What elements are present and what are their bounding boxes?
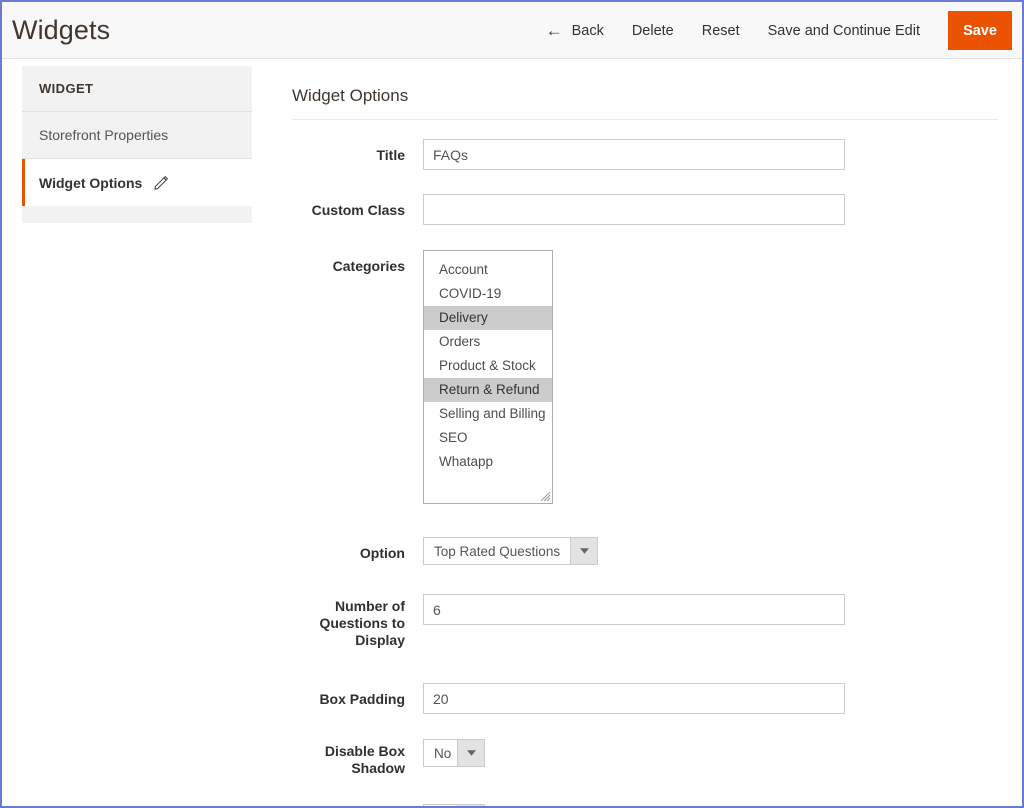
chevron-down-icon[interactable] [457, 740, 484, 766]
back-button-label: Back [571, 22, 604, 39]
categories-option[interactable]: Orders [424, 330, 552, 354]
categories-listbox[interactable]: Account COVID-19 Delivery Orders Product & S… [423, 250, 553, 504]
arrow-left-icon: ← [545, 21, 563, 40]
sidebar-item-label: Widget Options [39, 174, 143, 191]
box-padding-input[interactable] [423, 683, 845, 714]
categories-option[interactable]: Return & Refund [424, 378, 552, 402]
field-row-categories: Categories Account COVID-19 Delivery Orders… [292, 250, 998, 504]
save-and-continue-edit-label: Save and Continue Edit [767, 22, 920, 39]
field-row-number-of-questions: Number of Questions to Display [292, 594, 998, 649]
chevron-down-icon[interactable] [570, 538, 597, 564]
widget-options-form: Widget Options Title Custom Class Catego… [292, 86, 998, 806]
box-padding-label: Box Padding [319, 691, 405, 707]
disable-border-label: Disable Border [292, 804, 423, 806]
number-of-questions-input[interactable] [423, 594, 845, 625]
sidebar: WIDGET Storefront Properties Widget Opti… [22, 66, 252, 223]
page-title: Widgets [12, 15, 111, 45]
custom-class-label: Custom Class [311, 202, 405, 218]
number-of-questions-label: Number of Questions to Display [319, 598, 405, 648]
sidebar-footer-strip [22, 206, 252, 223]
title-label: Title [376, 147, 405, 163]
page-header: Widgets ← Back Delete Reset Save and Con… [2, 2, 1022, 59]
sidebar-item-label: Storefront Properties [39, 127, 169, 143]
save-and-continue-edit-button[interactable]: Save and Continue Edit [754, 2, 934, 59]
disable-border-select[interactable]: No [423, 804, 485, 806]
field-row-disable-box-shadow: Disable Box Shadow No [292, 739, 998, 777]
categories-option[interactable]: Account [424, 258, 552, 282]
field-row-option: Option Top Rated Questions [292, 537, 998, 565]
widget-edit-page: Widgets ← Back Delete Reset Save and Con… [0, 0, 1024, 808]
reset-button[interactable]: Reset [688, 2, 754, 59]
resize-grip-icon[interactable] [539, 490, 551, 502]
categories-label: Categories [332, 258, 405, 274]
delete-button[interactable]: Delete [618, 2, 688, 59]
sidebar-heading: WIDGET [22, 66, 252, 112]
custom-class-input[interactable] [423, 194, 845, 225]
field-row-custom-class: Custom Class [292, 194, 998, 225]
sidebar-item-widget-options[interactable]: Widget Options [22, 159, 252, 206]
header-actions: ← Back Delete Reset Save and Continue Ed… [528, 2, 1022, 59]
categories-option[interactable]: Selling and Billing [424, 402, 552, 426]
field-row-title: Title [292, 139, 998, 170]
disable-box-shadow-select[interactable]: No [423, 739, 485, 767]
option-label: Option [359, 545, 405, 561]
categories-option[interactable]: Product & Stock [424, 354, 552, 378]
field-row-box-padding: Box Padding [292, 683, 998, 714]
delete-button-label: Delete [631, 22, 674, 39]
categories-option[interactable]: Delivery [424, 306, 552, 330]
save-button[interactable]: Save [948, 11, 1012, 50]
field-row-disable-border: Disable Border No [292, 804, 998, 806]
categories-option[interactable]: SEO [424, 426, 552, 450]
section-title: Widget Options [292, 86, 998, 120]
disable-box-shadow-label: Disable Box Shadow [324, 743, 405, 776]
option-select[interactable]: Top Rated Questions [423, 537, 598, 565]
title-input[interactable] [423, 139, 845, 170]
back-button[interactable]: ← Back [528, 2, 618, 59]
pencil-icon [154, 175, 169, 190]
categories-option[interactable]: Whatapp [424, 450, 552, 474]
sidebar-item-storefront-properties[interactable]: Storefront Properties [22, 112, 252, 159]
categories-option[interactable]: COVID-19 [424, 282, 552, 306]
option-select-value: Top Rated Questions [434, 543, 561, 559]
save-button-label: Save [963, 22, 997, 39]
disable-box-shadow-value: No [434, 745, 452, 761]
reset-button-label: Reset [701, 22, 740, 39]
